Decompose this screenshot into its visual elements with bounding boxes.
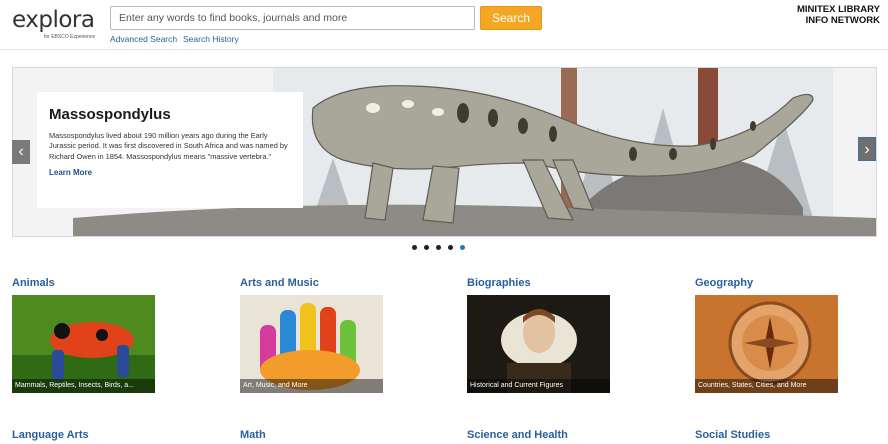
carousel-pagination <box>412 245 465 250</box>
category-biographies[interactable]: Biographies Historical and Current Figur… <box>467 277 627 393</box>
category-caption: Mammals, Reptiles, Insects, Birds, a... <box>12 379 155 393</box>
category-title[interactable]: Math <box>240 429 400 441</box>
logo-wordmark: explora <box>12 8 98 32</box>
logo-subtitle: for EBSCO Experience <box>44 34 96 40</box>
library-name: MINITEX LIBRARY INFO NETWORK <box>797 4 880 26</box>
carousel-description: Massospondylus lived about 190 million y… <box>49 131 288 161</box>
carousel-dot[interactable] <box>424 245 429 250</box>
category-math[interactable]: Math <box>240 429 400 441</box>
category-title[interactable]: Arts and Music <box>240 277 400 289</box>
category-image[interactable]: Mammals, Reptiles, Insects, Birds, a... <box>12 295 155 393</box>
library-name-line2: INFO NETWORK <box>805 15 880 26</box>
carousel-title: Massospondylus <box>49 106 171 123</box>
carousel-dot-active[interactable] <box>460 245 465 250</box>
search-input[interactable] <box>110 6 475 30</box>
category-caption: Historical and Current Figures <box>467 379 610 393</box>
library-name-line1: MINITEX LIBRARY <box>796 4 880 15</box>
carousel-prev-button[interactable]: ‹ <box>12 140 30 164</box>
explora-logo[interactable]: explora for EBSCO Experience <box>12 8 98 42</box>
category-social-studies[interactable]: Social Studies <box>695 429 855 441</box>
category-title[interactable]: Biographies <box>467 277 627 289</box>
featured-carousel: Massospondylus Massospondylus lived abou… <box>12 67 877 237</box>
advanced-search-link[interactable]: Advanced Search <box>110 34 177 44</box>
category-title[interactable]: Language Arts <box>12 429 172 441</box>
chevron-right-icon: › <box>864 141 870 158</box>
category-caption: Countries, States, Cities, and More <box>695 379 838 393</box>
category-science-and-health[interactable]: Science and Health <box>467 429 627 441</box>
category-title[interactable]: Animals <box>12 277 172 289</box>
chevron-left-icon: ‹ <box>18 143 24 160</box>
header: explora for EBSCO Experience Search Adva… <box>0 0 888 50</box>
category-image[interactable]: Countries, States, Cities, and More <box>695 295 838 393</box>
category-title[interactable]: Science and Health <box>467 429 627 441</box>
search-history-link[interactable]: Search History <box>183 34 239 44</box>
category-caption: Art, Music, and More <box>240 379 383 393</box>
category-image[interactable]: Art, Music, and More <box>240 295 383 393</box>
category-arts-and-music[interactable]: Arts and Music Art, Music, and More <box>240 277 400 393</box>
category-animals[interactable]: Animals Mammals, Reptiles, Insects, Bird… <box>12 277 172 393</box>
category-geography[interactable]: Geography Countries, States, Cities, and… <box>695 277 855 393</box>
category-image[interactable]: Historical and Current Figures <box>467 295 610 393</box>
carousel-dot[interactable] <box>436 245 441 250</box>
learn-more-link[interactable]: Learn More <box>49 168 92 177</box>
logo-text: explora <box>12 7 95 33</box>
carousel-dot[interactable] <box>448 245 453 250</box>
category-title[interactable]: Geography <box>695 277 855 289</box>
carousel-next-button[interactable]: › <box>858 137 876 161</box>
carousel-dot[interactable] <box>412 245 417 250</box>
category-language-arts[interactable]: Language Arts <box>12 429 172 441</box>
carousel-caption: Massospondylus Massospondylus lived abou… <box>37 92 303 208</box>
search-button[interactable]: Search <box>480 6 542 30</box>
category-title[interactable]: Social Studies <box>695 429 855 441</box>
